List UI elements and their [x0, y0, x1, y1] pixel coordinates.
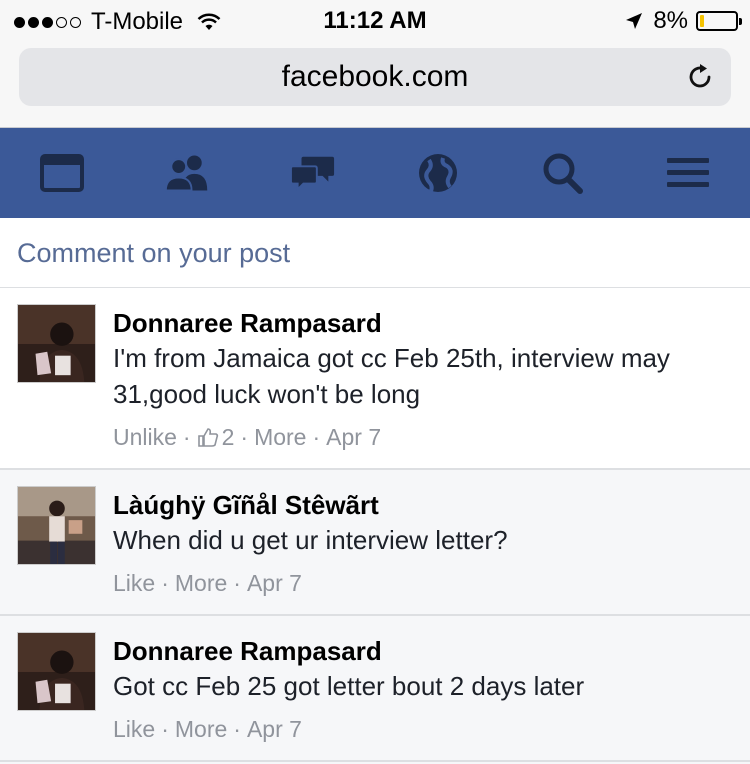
- like-count[interactable]: 2: [222, 422, 235, 452]
- comment-body: Donnaree Rampasard I'm from Jamaica got …: [113, 308, 730, 452]
- search-icon[interactable]: [540, 152, 586, 194]
- separator: ·: [182, 424, 191, 450]
- comment-actions: Like · More · Apr 7: [113, 714, 730, 744]
- avatar[interactable]: [17, 632, 96, 711]
- battery-icon: [696, 11, 742, 31]
- avatar[interactable]: [17, 486, 96, 565]
- comment-actions: Unlike · 2 · More · Apr 7: [113, 422, 730, 452]
- comment-author[interactable]: Làúghÿ Gĩñål Stêwãrt: [113, 490, 730, 520]
- battery-percent: 8%: [653, 7, 688, 34]
- reload-icon[interactable]: [685, 62, 715, 92]
- comment-item: Làúghÿ Gĩñål Stêwãrt When did u get ur i…: [0, 470, 750, 616]
- location-arrow-icon: [626, 13, 643, 29]
- separator: ·: [161, 716, 169, 742]
- comment-actions: Like · More · Apr 7: [113, 568, 730, 598]
- separator: ·: [161, 570, 169, 596]
- messages-icon[interactable]: [290, 152, 336, 194]
- avatar[interactable]: [17, 304, 96, 383]
- notifications-globe-icon[interactable]: [415, 152, 461, 194]
- page-title[interactable]: Comment on your post: [17, 238, 290, 269]
- comment-text: Got cc Feb 25 got letter bout 2 days lat…: [113, 671, 585, 701]
- unlike-link[interactable]: Unlike: [113, 422, 177, 452]
- separator: ·: [312, 424, 321, 450]
- friend-requests-icon[interactable]: [164, 152, 210, 194]
- facebook-nav-bar: [0, 128, 750, 218]
- page-header: Comment on your post: [0, 218, 750, 288]
- comment-date[interactable]: Apr 7: [326, 422, 381, 452]
- comment-body: Làúghÿ Gĩñål Stêwãrt When did u get ur i…: [113, 490, 730, 598]
- address-bar[interactable]: facebook.com: [19, 48, 731, 106]
- separator: ·: [233, 716, 241, 742]
- thumbs-up-icon[interactable]: [197, 427, 219, 447]
- url-text[interactable]: facebook.com: [19, 60, 731, 94]
- comment-body: Donnaree Rampasard Got cc Feb 25 got let…: [113, 636, 730, 744]
- menu-icon[interactable]: [665, 152, 711, 194]
- comment-date[interactable]: Apr 7: [247, 568, 302, 598]
- comment-author[interactable]: Donnaree Rampasard: [113, 636, 730, 666]
- separator: ·: [240, 424, 249, 450]
- more-link[interactable]: More: [175, 568, 227, 598]
- separator: ·: [233, 570, 241, 596]
- comment-date[interactable]: Apr 7: [247, 714, 302, 744]
- comment-text: I'm from Jamaica got cc Feb 25th, interv…: [113, 343, 670, 409]
- browser-toolbar: facebook.com: [0, 40, 750, 128]
- comment-text: When did u get ur interview letter?: [113, 525, 508, 555]
- more-link[interactable]: More: [175, 714, 227, 744]
- more-link[interactable]: More: [254, 422, 306, 452]
- like-link[interactable]: Like: [113, 714, 155, 744]
- comment-author[interactable]: Donnaree Rampasard: [113, 308, 730, 338]
- news-feed-icon[interactable]: [40, 152, 86, 194]
- like-link[interactable]: Like: [113, 568, 155, 598]
- status-right: 8%: [625, 7, 742, 35]
- comment-item: Donnaree Rampasard Got cc Feb 25 got let…: [0, 616, 750, 762]
- status-bar: T-Mobile 11:12 AM 8%: [0, 0, 750, 40]
- comment-item: Donnaree Rampasard I'm from Jamaica got …: [0, 288, 750, 470]
